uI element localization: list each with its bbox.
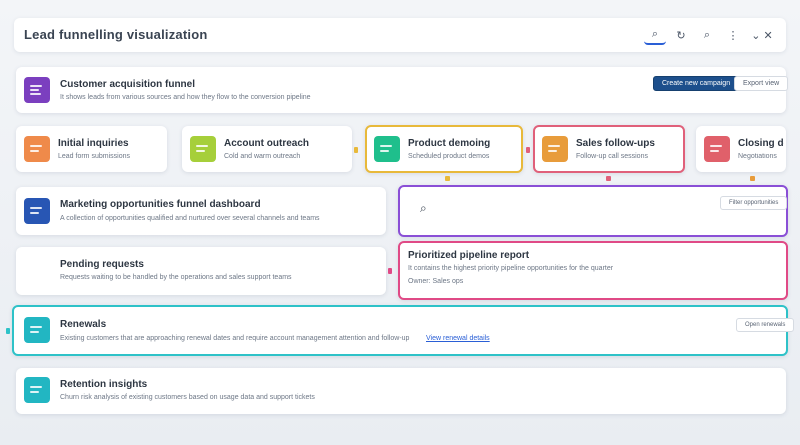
- zoom-icon[interactable]: ⌕: [696, 25, 718, 45]
- card-title: Prioritized pipeline report: [408, 250, 530, 261]
- renewal-details-link[interactable]: View renewal details: [426, 335, 490, 342]
- flow-connector: [354, 147, 358, 153]
- pending-requests-card[interactable]: Pending requests Requests waiting to be …: [16, 247, 386, 295]
- card-title: Customer acquisition funnel: [60, 79, 196, 90]
- open-renewals-button[interactable]: Open renewals: [736, 318, 795, 332]
- card-title: Renewals: [60, 319, 107, 330]
- stage-icon: [704, 136, 730, 162]
- filter-opportunities-button[interactable]: Filter opportunities: [720, 196, 788, 210]
- stage-icon: [190, 136, 216, 162]
- stage-title: Account outreach: [224, 138, 310, 149]
- search-icon[interactable]: ⌕: [644, 25, 666, 45]
- flow-connector: [606, 176, 611, 181]
- dashboard-icon: [24, 198, 50, 224]
- stage-title: Initial inquiries: [58, 138, 129, 149]
- card-title: Retention insights: [60, 379, 148, 390]
- card-subtitle: Churn risk analysis of existing customer…: [60, 394, 315, 401]
- flow-connector: [388, 268, 392, 274]
- stage-icon: [24, 136, 50, 162]
- prioritized-pipeline-card[interactable]: Prioritized pipeline report It contains …: [398, 241, 788, 300]
- retention-insights-card[interactable]: Retention insights Churn risk analysis o…: [16, 368, 786, 414]
- stage-icon: [542, 136, 568, 162]
- card-subtitle: Existing customers that are approaching …: [60, 335, 410, 342]
- stage-card-closing[interactable]: Closing deals Negotiations: [696, 126, 786, 172]
- funnel-icon: [24, 77, 50, 103]
- stage-subtitle: Lead form submissions: [58, 153, 130, 160]
- stage-card-demoing[interactable]: Product demoing Scheduled product demos: [365, 125, 523, 173]
- header-toolbar: ⌕ ↻ ⌕ ⋮ ⌄ ✕: [644, 25, 776, 45]
- retention-icon: [24, 377, 50, 403]
- app-title: Lead funnelling visualization: [24, 27, 208, 42]
- card-subtitle: A collection of opportunities qualified …: [60, 215, 320, 222]
- card-title: Marketing opportunities funnel dashboard: [60, 199, 261, 210]
- stage-title: Closing deals: [738, 138, 784, 149]
- search-icon[interactable]: ⌕: [420, 201, 427, 216]
- opportunities-dashboard-card[interactable]: Marketing opportunities funnel dashboard…: [16, 187, 386, 235]
- stage-subtitle: Scheduled product demos: [408, 153, 490, 160]
- card-subtitle: It shows leads from various sources and …: [60, 94, 311, 101]
- header-bar: Lead funnelling visualization ⌕ ↻ ⌕ ⋮ ⌄ …: [14, 18, 786, 52]
- export-view-button[interactable]: Export view: [734, 76, 789, 91]
- stage-title: Product demoing: [408, 138, 491, 149]
- stage-icon: [374, 136, 400, 162]
- renewals-icon: [24, 317, 50, 343]
- card-subtitle: It contains the highest priority pipelin…: [408, 265, 614, 272]
- card-meta: Owner: Sales ops: [408, 278, 464, 285]
- stage-subtitle: Negotiations: [738, 153, 777, 160]
- stage-subtitle: Follow-up call sessions: [576, 153, 648, 160]
- renewals-card[interactable]: Renewals Existing customers that are app…: [12, 305, 795, 356]
- flow-connector: [445, 176, 450, 181]
- create-campaign-button[interactable]: Create new campaign: [653, 76, 740, 91]
- stage-subtitle: Cold and warm outreach: [224, 153, 301, 160]
- flow-connector: [6, 328, 10, 334]
- stage-card-outreach[interactable]: Account outreach Cold and warm outreach: [182, 126, 352, 172]
- flow-connector: [526, 147, 530, 153]
- stage-title: Sales follow-ups: [576, 138, 655, 149]
- opportunity-search-panel[interactable]: ⌕ Filter opportunities: [398, 185, 788, 237]
- refresh-icon[interactable]: ↻: [670, 25, 692, 45]
- stage-card-inquiries[interactable]: Initial inquiries Lead form submissions: [16, 126, 167, 172]
- card-subtitle: Requests waiting to be handled by the op…: [60, 274, 292, 281]
- window-controls-icon[interactable]: ⌄ ✕: [748, 25, 776, 45]
- flow-connector: [750, 176, 755, 181]
- funnel-overview-card[interactable]: Customer acquisition funnel It shows lea…: [16, 67, 789, 113]
- stage-card-followups[interactable]: Sales follow-ups Follow-up call sessions: [533, 125, 685, 173]
- card-title: Pending requests: [60, 259, 144, 270]
- more-icon[interactable]: ⋮: [722, 25, 744, 45]
